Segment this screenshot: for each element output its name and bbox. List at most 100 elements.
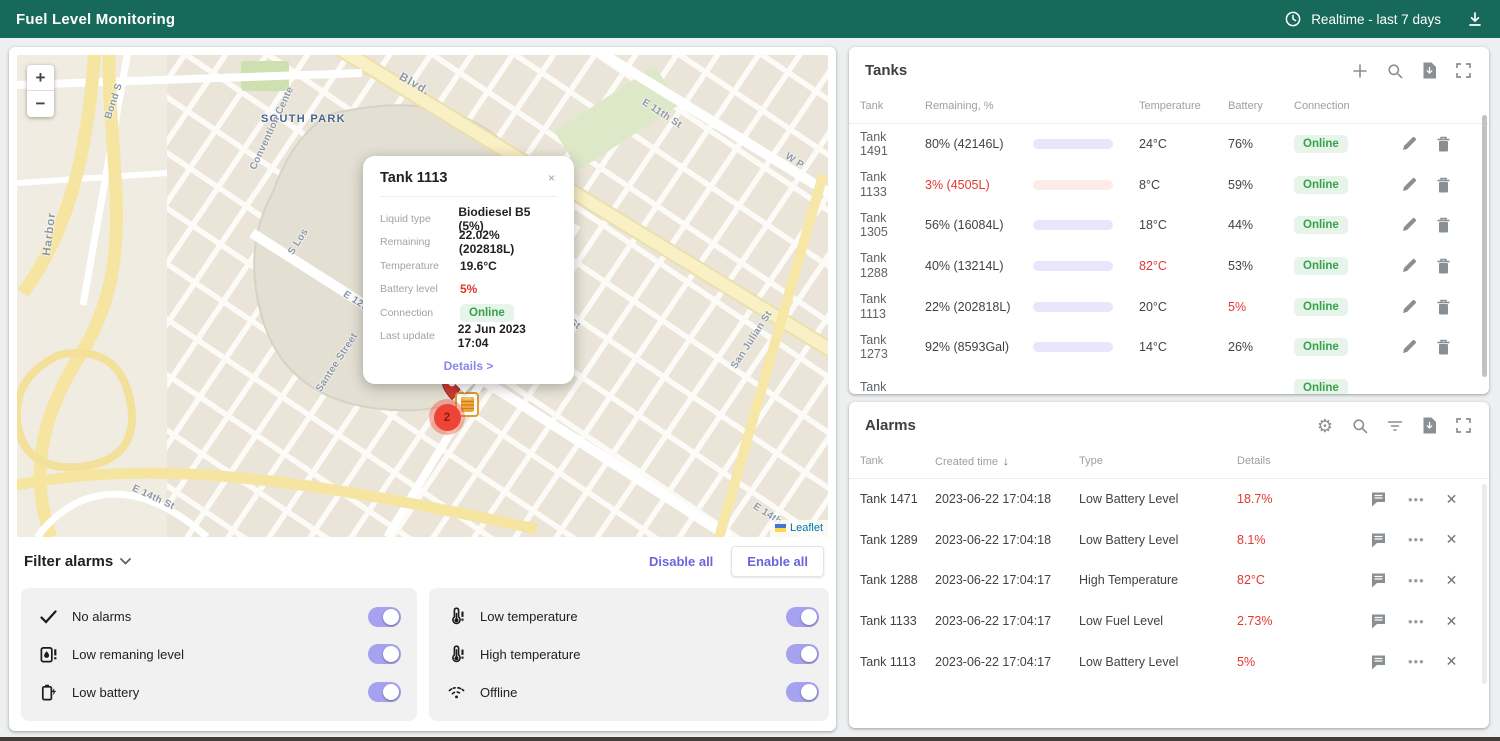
comment-icon[interactable] [1370,491,1387,507]
export-file-icon[interactable] [1422,62,1437,79]
fullscreen-icon[interactable] [1456,418,1471,433]
wifi-off-icon [445,683,467,702]
check-icon [37,610,59,624]
fuel-progress-bar [1033,220,1113,230]
map-cluster-marker[interactable]: 2 [429,399,465,435]
toggle-high-temperature[interactable] [786,644,819,664]
filter-item-high-temperature: High temperature [445,644,819,664]
tanks-panel-title: Tanks [865,62,907,79]
popup-field-label: Battery level [380,283,460,295]
edit-icon[interactable] [1401,217,1417,233]
popup-field-value: 22.02% (202818L) [459,228,557,256]
fuel-progress-bar [1033,342,1113,352]
table-row[interactable]: Tank1113 22% (202818L) 20°C 5% Online [849,286,1489,327]
export-file-icon[interactable] [1422,417,1437,434]
fuel-progress-bar [1033,180,1113,190]
list-item[interactable]: Tank 1289 2023-06-22 17:04:18 Low Batter… [849,520,1489,561]
filter-icon[interactable] [1387,419,1403,433]
list-item[interactable]: Tank 1288 2023-06-22 17:04:17 High Tempe… [849,560,1489,601]
zoom-out-button[interactable]: − [27,91,54,117]
popup-field-value: 22 Jun 2023 17:04 [458,322,557,350]
table-row[interactable]: Tank1273 92% (8593Gal) 14°C 26% Online [849,327,1489,368]
table-row[interactable]: Tank1491 80% (42146L) 24°C 76% Online [849,124,1489,165]
status-badge: Online [1294,379,1348,394]
delete-icon[interactable] [1436,217,1451,233]
filter-item-no-alarms: No alarms [37,607,401,627]
zoom-in-button[interactable]: + [27,65,54,91]
toggle-no-alarms[interactable] [368,607,401,627]
add-tank-icon[interactable] [1352,63,1368,79]
delete-icon[interactable] [1436,258,1451,274]
filter-label: Offline [480,685,517,700]
delete-icon[interactable] [1436,339,1451,355]
dismiss-alarm-icon[interactable]: ✕ [1446,653,1458,670]
popup-title: Tank 1113 [380,170,447,186]
delete-icon[interactable] [1436,177,1451,193]
enable-all-button[interactable]: Enable all [731,546,824,577]
download-icon[interactable] [1466,10,1484,28]
tanks-scrollbar[interactable] [1482,115,1487,377]
filter-label: High temperature [480,647,580,662]
sort-descending-icon[interactable]: ↓ [1003,454,1009,468]
toggle-low-remaining[interactable] [368,644,401,664]
popup-divider [380,196,557,197]
edit-icon[interactable] [1401,339,1417,355]
delete-icon[interactable] [1436,136,1451,152]
tanks-table-header: Tank Remaining, % Temperature Battery Co… [849,88,1489,124]
popup-field-label: Remaining [380,236,459,248]
toggle-offline[interactable] [786,682,819,702]
more-options-icon[interactable]: ••• [1408,492,1425,507]
chevron-down-icon[interactable] [120,558,131,565]
popup-field-label: Liquid type [380,213,458,225]
popup-close-icon[interactable]: × [546,169,557,187]
table-row[interactable]: Tank1133 3% (4505L) 8°C 59% Online [849,165,1489,206]
comment-icon[interactable] [1370,613,1387,629]
comment-icon[interactable] [1370,654,1387,670]
time-range-label[interactable]: Realtime - last 7 days [1311,12,1441,27]
settings-gear-icon[interactable]: ⚙ [1317,418,1333,434]
dismiss-alarm-icon[interactable]: ✕ [1446,613,1458,630]
table-row[interactable]: Tank Online [849,368,1489,394]
map-attribution: Leaflet [770,520,828,537]
filter-group-left: No alarms Low remaning level Low battery [21,588,417,721]
edit-icon[interactable] [1401,177,1417,193]
list-item[interactable]: Tank 1471 2023-06-22 17:04:18 Low Batter… [849,479,1489,520]
popup-field-label: Connection [380,307,460,319]
list-item[interactable]: Tank 1133 2023-06-22 17:04:17 Low Fuel L… [849,601,1489,642]
fuel-progress-bar [1033,302,1113,312]
status-badge: Online [1294,216,1348,234]
delete-icon[interactable] [1436,299,1451,315]
popup-connection-badge: Online [460,304,514,322]
edit-icon[interactable] [1401,136,1417,152]
leaflet-link[interactable]: Leaflet [790,522,823,534]
edit-icon[interactable] [1401,299,1417,315]
toggle-low-battery[interactable] [368,682,401,702]
dismiss-alarm-icon[interactable]: ✕ [1446,531,1458,548]
battery-icon [37,683,59,702]
filter-alarms-bar: Filter alarms Disable all Enable all [24,544,824,578]
more-options-icon[interactable]: ••• [1408,614,1425,629]
disable-all-button[interactable]: Disable all [639,548,723,575]
search-icon[interactable] [1387,63,1403,79]
table-row[interactable]: Tank1288 40% (13214L) 82°C 53% Online [849,246,1489,287]
map-zoom-control: + − [27,65,54,117]
comment-icon[interactable] [1370,572,1387,588]
comment-icon[interactable] [1370,532,1387,548]
more-options-icon[interactable]: ••• [1408,532,1425,547]
more-options-icon[interactable]: ••• [1408,573,1425,588]
filter-label: Low remaning level [72,647,184,662]
list-item[interactable]: Tank 1113 2023-06-22 17:04:17 Low Batter… [849,641,1489,682]
map[interactable]: SOUTH PARKFASHIONDISTRICTHarborBond SBlv… [17,55,828,537]
dismiss-alarm-icon[interactable]: ✕ [1446,491,1458,508]
edit-icon[interactable] [1401,258,1417,274]
filter-group-right: Low temperature High temperature Offline [429,588,829,721]
filter-label: Low battery [72,685,139,700]
popup-details-link[interactable]: Details > [380,359,557,373]
fullscreen-icon[interactable] [1456,63,1471,78]
alarms-scrollbar[interactable] [1482,484,1487,684]
search-icon[interactable] [1352,418,1368,434]
more-options-icon[interactable]: ••• [1408,654,1425,669]
toggle-low-temperature[interactable] [786,607,819,627]
dismiss-alarm-icon[interactable]: ✕ [1446,572,1458,589]
table-row[interactable]: Tank1305 56% (16084L) 18°C 44% Online [849,205,1489,246]
